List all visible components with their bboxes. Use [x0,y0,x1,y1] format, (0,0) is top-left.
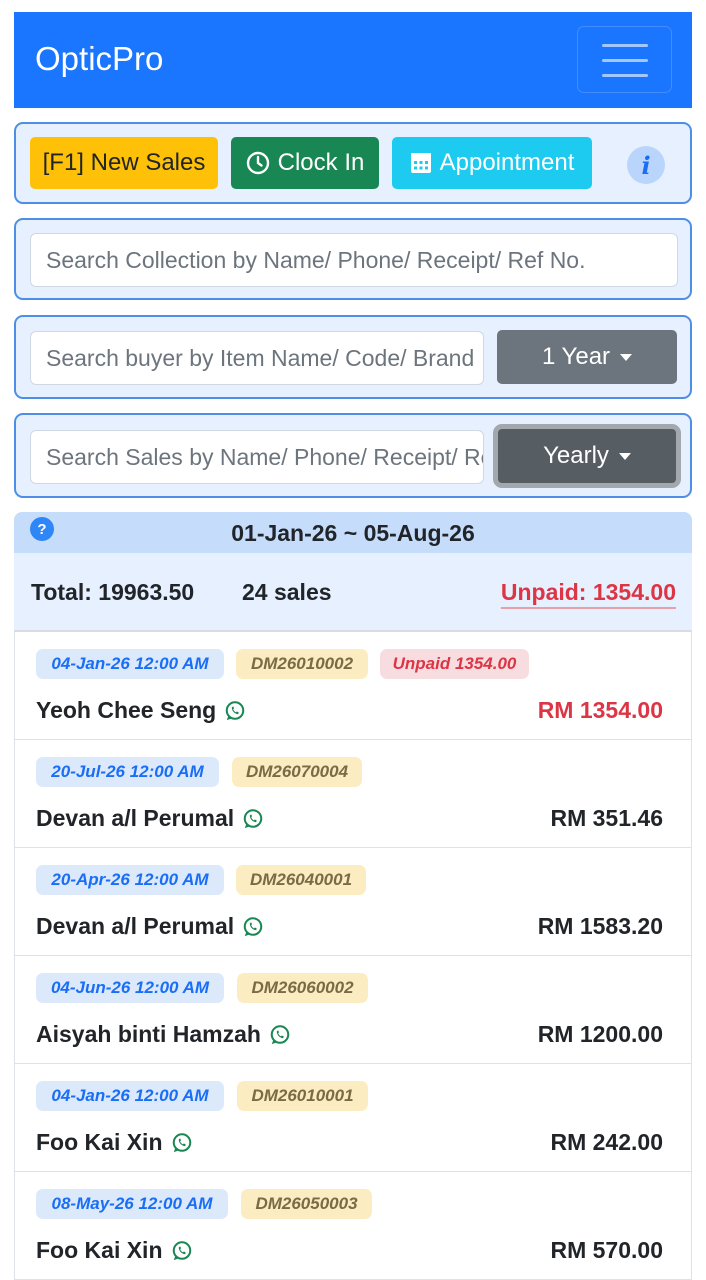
whatsapp-icon[interactable] [269,1024,291,1046]
appointment-button[interactable]: Appointment [392,137,592,189]
brand-title[interactable]: OpticPro [35,40,163,78]
customer-name: Yeoh Chee Seng [36,697,246,724]
navbar: OpticPro [14,12,692,108]
sale-amount: RM 1200.00 [537,1021,663,1047]
sale-amount: RM 1354.00 [537,697,663,723]
appointment-label: Appointment [439,149,575,176]
customer-name-text: Devan a/l Perumal [36,913,235,939]
new-sales-label: [F1] New Sales [42,149,206,176]
buyer-search-input[interactable]: Search buyer by Item Name/ Code/ Brand [30,331,484,385]
info-icon[interactable]: i [627,146,665,184]
customer-name: Foo Kai Xin [36,1237,193,1264]
calendar-icon [410,153,431,173]
whatsapp-icon[interactable] [242,916,264,938]
sale-row[interactable]: 08-May-26 12:00 AM DM26050003 Foo Kai Xi… [15,1172,691,1280]
caret-down-icon [618,452,631,460]
ref-badge: DM26040001 [236,865,366,895]
whatsapp-icon[interactable] [171,1132,193,1154]
whatsapp-icon[interactable] [242,808,264,830]
summary-totals: Total: 19963.50 24 sales Unpaid: 1354.00 [14,553,692,632]
ref-badge: DM26010001 [237,1081,368,1111]
sale-amount: RM 242.00 [550,1129,663,1155]
buyer-period-dropdown[interactable]: 1 Year [497,330,677,384]
date-range: 01-Jan-26 ~ 05-Aug-26 [231,520,475,546]
ref-badge: DM26070004 [232,757,362,787]
date-badge: 04-Jan-26 12:00 AM [36,1081,224,1111]
sales-list: 04-Jan-26 12:00 AM DM26010002 Unpaid 135… [14,632,692,1280]
date-badge: 04-Jun-26 12:00 AM [36,973,224,1003]
sales-count: 24 sales [242,579,332,605]
actions-panel: [F1] New Sales Clock In Appointment i [14,122,692,204]
whatsapp-icon[interactable] [171,1240,193,1262]
customer-name: Aisyah binti Hamzah [36,1021,291,1048]
sale-row[interactable]: 04-Jan-26 12:00 AM DM26010002 Unpaid 135… [15,632,691,740]
sale-row[interactable]: 04-Jan-26 12:00 AM DM26010001 Foo Kai Xi… [15,1064,691,1172]
customer-name: Devan a/l Perumal [36,913,264,940]
sales-search-input[interactable]: Search Sales by Name/ Phone/ Receipt/ Re… [30,430,484,484]
sales-period-dropdown[interactable]: Yearly [493,424,681,488]
whatsapp-icon[interactable] [224,700,246,722]
menu-toggle-button[interactable] [577,26,672,93]
caret-down-icon [620,353,633,361]
customer-name-text: Foo Kai Xin [36,1237,163,1263]
customer-name: Devan a/l Perumal [36,805,264,832]
ref-badge: DM26050003 [241,1189,372,1219]
summary-header: 01-Jan-26 ~ 05-Aug-26 ? [14,512,692,553]
buyer-period-label: 1 Year [541,343,611,370]
ref-badge: DM26060002 [237,973,368,1003]
date-badge: 20-Apr-26 12:00 AM [36,865,224,895]
sales-summary: 01-Jan-26 ~ 05-Aug-26 ? Total: 19963.50 … [14,512,692,632]
date-badge: 08-May-26 12:00 AM [36,1189,228,1219]
total-amount: Total: 19963.50 [31,579,195,605]
hamburger-icon-bar [602,59,648,62]
customer-name: Foo Kai Xin [36,1129,193,1156]
sale-row[interactable]: 20-Jul-26 12:00 AM DM26070004 Devan a/l … [15,740,691,848]
sale-amount: RM 1583.20 [537,913,663,939]
clock-in-label: Clock In [277,149,365,176]
customer-name-text: Foo Kai Xin [36,1129,163,1155]
clock-in-button[interactable]: Clock In [231,137,379,189]
buyer-search-panel: Search buyer by Item Name/ Code/ Brand 1… [14,315,692,399]
sale-amount: RM 570.00 [550,1237,663,1263]
customer-name-text: Devan a/l Perumal [36,805,235,831]
unpaid-badge: Unpaid 1354.00 [380,649,529,679]
ref-badge: DM26010002 [236,649,368,679]
sale-amount: RM 351.46 [550,805,663,831]
collection-search-panel: Search Collection by Name/ Phone/ Receip… [14,218,692,300]
clock-icon [246,151,269,175]
sale-row[interactable]: 04-Jun-26 12:00 AM DM26060002 Aisyah bin… [15,956,691,1064]
collection-search-input[interactable]: Search Collection by Name/ Phone/ Receip… [30,233,678,287]
sale-row[interactable]: 20-Apr-26 12:00 AM DM26040001 Devan a/l … [15,848,691,956]
date-badge: 20-Jul-26 12:00 AM [36,757,219,787]
sales-search-panel: Search Sales by Name/ Phone/ Receipt/ Re… [14,413,692,498]
question-icon[interactable]: ? [30,517,54,541]
customer-name-text: Yeoh Chee Seng [36,697,217,723]
hamburger-icon-bar [602,44,648,47]
hamburger-icon-bar [602,74,648,77]
unpaid-amount-link[interactable]: Unpaid: 1354.00 [501,579,676,606]
customer-name-text: Aisyah binti Hamzah [36,1021,261,1047]
new-sales-button[interactable]: [F1] New Sales [30,137,218,189]
sales-period-label: Yearly [543,442,609,469]
date-badge: 04-Jan-26 12:00 AM [36,649,224,679]
